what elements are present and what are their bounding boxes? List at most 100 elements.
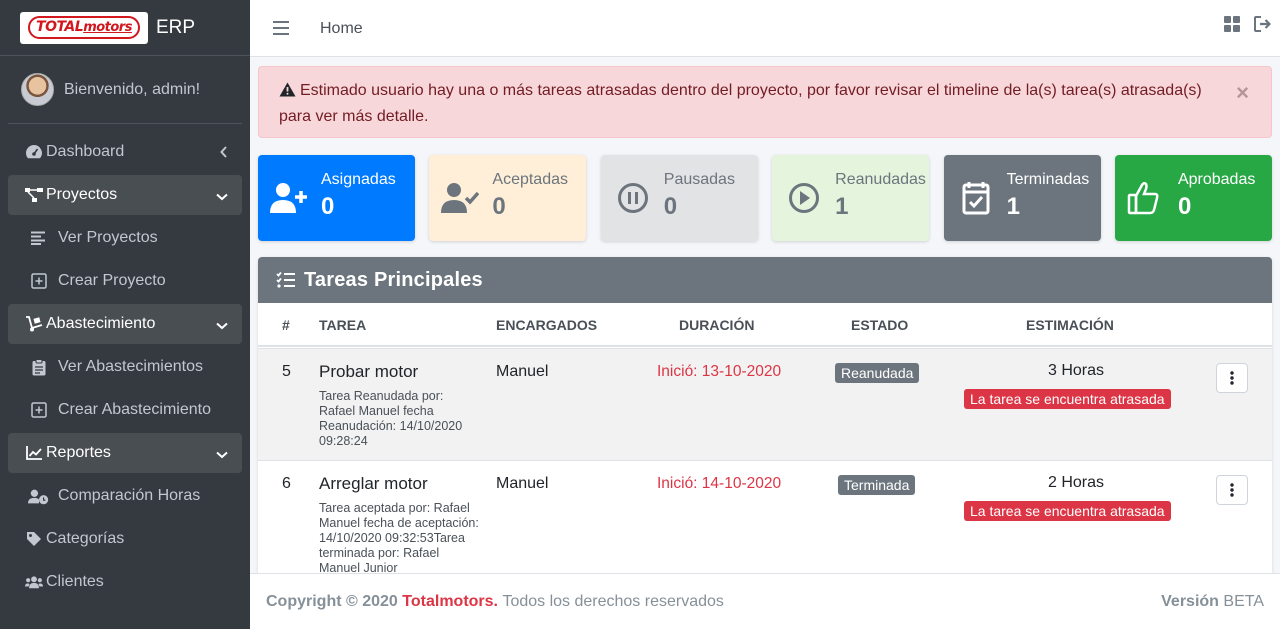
- chevron-down-icon: [216, 446, 228, 464]
- col-estimacion: ESTIMACIÓN: [1026, 317, 1114, 333]
- col-estado: ESTADO: [851, 317, 909, 333]
- table-row[interactable]: 6 Arreglar motor Tarea aceptada por: Raf…: [258, 460, 1272, 573]
- stat-label: Aprobadas: [1177, 171, 1256, 188]
- plus-square-icon: [28, 402, 50, 418]
- dolly-icon: [25, 316, 43, 332]
- company-link[interactable]: Totalmotors.: [402, 593, 498, 611]
- sidebar-item-clientes[interactable]: Clientes: [8, 562, 242, 602]
- stat-card-asignadas[interactable]: Asignadas 0: [258, 155, 415, 241]
- task-assignee: Manuel: [496, 363, 549, 380]
- tasks-panel-title: Tareas Principales: [304, 268, 483, 291]
- task-number: 6: [282, 475, 291, 492]
- col-tarea: TAREA: [319, 317, 367, 333]
- row-actions-button[interactable]: [1216, 475, 1248, 505]
- tachometer-icon: [25, 144, 43, 160]
- sidebar-item-dashboard[interactable]: Dashboard: [8, 132, 242, 172]
- task-estimate: 2 Horas: [1048, 474, 1105, 491]
- ellipsis-vertical-icon: [1230, 483, 1234, 497]
- stat-value: 0: [663, 193, 678, 220]
- chevron-down-icon: [216, 317, 228, 335]
- table-row[interactable]: 5 Probar motor Tarea Reanudada por: Rafa…: [258, 348, 1272, 460]
- sidebar-item-comparacion-horas[interactable]: Comparación Horas: [8, 476, 242, 516]
- user-greeting: Bienvenido, admin!: [64, 80, 201, 98]
- pause-circle-icon: [613, 181, 651, 215]
- col-number: #: [282, 317, 290, 333]
- stat-label: Reanudadas: [835, 171, 926, 188]
- play-circle-icon: [784, 181, 822, 215]
- task-description: Tarea Reanudada por: Rafael Manuel fecha…: [319, 389, 463, 448]
- task-description: Tarea aceptada por: Rafael Manuel fecha …: [319, 501, 479, 573]
- task-assignee: Manuel: [496, 475, 549, 492]
- sidebar-item-proyectos[interactable]: Proyectos: [8, 175, 242, 215]
- version-info: Versión BETA: [1161, 593, 1264, 610]
- late-badge: La tarea se encuentra atrasada: [964, 501, 1171, 521]
- chevron-down-icon: [216, 188, 228, 206]
- thumbs-up-icon: [1127, 181, 1165, 215]
- col-encargados: ENCARGADOS: [496, 317, 598, 333]
- copyright-text: Copyright © 2020: [266, 592, 398, 610]
- totalmotors-logo: TOTALmotors: [20, 11, 148, 44]
- menu-toggle-icon[interactable]: [273, 21, 289, 35]
- sidebar-item-crear-proyecto[interactable]: Crear Proyecto: [8, 261, 242, 301]
- stat-card-aprobadas[interactable]: Aprobadas 0: [1114, 155, 1272, 241]
- tasks-panel-header: Tareas Principales: [258, 257, 1272, 303]
- stat-label: Aceptadas: [492, 171, 568, 188]
- user-plus-icon: [270, 181, 308, 215]
- task-duration: Inició: 13-10-2020: [657, 363, 782, 380]
- stat-value: 1: [835, 193, 849, 220]
- stat-card-pausadas[interactable]: Pausadas 0: [600, 155, 758, 241]
- logout-icon[interactable]: [1254, 16, 1272, 37]
- user-clock-icon: [28, 488, 50, 505]
- close-alert-button[interactable]: ×: [1236, 81, 1249, 105]
- stat-card-aceptadas[interactable]: Aceptadas 0: [429, 155, 587, 241]
- tasks-panel: Tareas Principales # TAREA ENCARGADOS DU…: [258, 257, 1272, 573]
- plus-square-icon: [28, 273, 50, 289]
- brand-name: ERP: [156, 16, 196, 38]
- stat-label: Asignadas: [321, 171, 396, 188]
- users-icon: [25, 575, 43, 589]
- task-name: Arreglar motor: [319, 474, 428, 493]
- stat-label: Pausadas: [663, 171, 735, 188]
- late-badge: La tarea se encuentra atrasada: [964, 389, 1171, 409]
- task-duration: Inició: 14-10-2020: [657, 475, 782, 492]
- stat-value: 0: [492, 193, 506, 220]
- sidebar-item-ver-abastecimientos[interactable]: Ver Abastecimientos: [8, 347, 242, 387]
- rights-text: Todos los derechos reservados: [502, 592, 724, 610]
- user-panel[interactable]: Bienvenido, admin!: [8, 56, 242, 124]
- sidebar-item-categorias[interactable]: Categorías: [8, 519, 242, 559]
- tasks-table-header: # TAREA ENCARGADOS DURACIÓN ESTADO ESTIM…: [258, 303, 1272, 347]
- sidebar-item-reportes[interactable]: Reportes: [8, 433, 242, 473]
- task-number: 5: [282, 363, 291, 380]
- chevron-left-icon: [220, 145, 228, 163]
- footer: Copyright © 2020 Totalmotors. Todos los …: [250, 573, 1280, 629]
- tasks-icon: [276, 271, 296, 289]
- row-actions-button[interactable]: [1216, 363, 1248, 393]
- warning-icon: [279, 81, 296, 105]
- avatar: [21, 73, 54, 106]
- sidebar-item-ver-proyectos[interactable]: Ver Proyectos: [8, 218, 242, 258]
- status-badge: Reanudada: [835, 363, 920, 383]
- sidebar-item-crear-abastecimiento[interactable]: Crear Abastecimiento: [8, 390, 242, 430]
- project-diagram-icon: [25, 188, 43, 202]
- stat-card-reanudadas[interactable]: Reanudadas 1: [772, 155, 930, 241]
- stat-value: 0: [1177, 193, 1192, 220]
- stat-label: Terminadas: [1006, 171, 1090, 188]
- sidebar-item-abastecimiento[interactable]: Abastecimiento: [8, 304, 242, 344]
- stat-value: 1: [1006, 193, 1020, 220]
- list-icon: [28, 231, 50, 245]
- stat-card-terminadas[interactable]: Terminadas 1: [943, 155, 1101, 241]
- sidebar-nav: Dashboard Proyectos Ver Proyectos Crear …: [0, 124, 250, 602]
- task-estimate: 3 Horas: [1048, 362, 1105, 379]
- task-stats: Asignadas 0 Aceptadas 0 Pausadas 0 Reanu…: [258, 155, 1272, 241]
- alert-message: Estimado usuario hay una o más tareas at…: [279, 82, 1202, 125]
- chart-line-icon: [25, 446, 43, 460]
- overdue-alert: Estimado usuario hay una o más tareas at…: [258, 66, 1272, 138]
- breadcrumb-home[interactable]: Home: [320, 20, 363, 38]
- grid-icon[interactable]: [1224, 16, 1240, 37]
- tag-icon: [25, 531, 43, 547]
- brand-link[interactable]: TOTALmotors ERP: [0, 0, 250, 56]
- ellipsis-vertical-icon: [1230, 371, 1234, 385]
- col-duracion: DURACIÓN: [679, 317, 755, 333]
- user-check-icon: [441, 181, 480, 215]
- top-navbar: Home: [250, 0, 1280, 57]
